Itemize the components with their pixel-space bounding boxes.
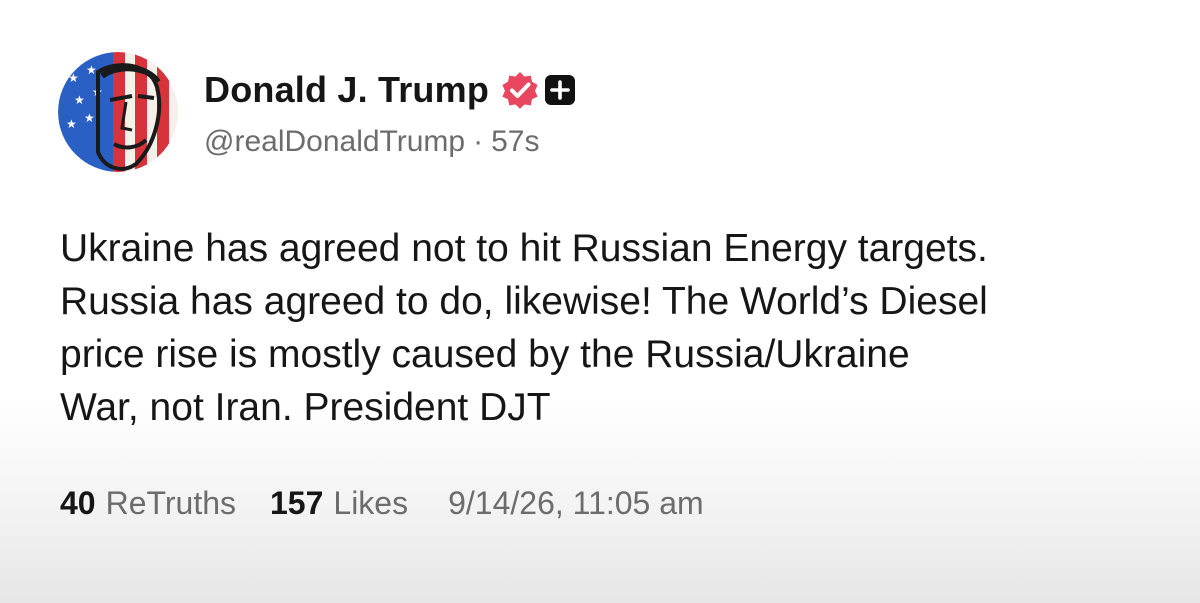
post-stats: 40 ReTruths 157 Likes 9/14/26, 11:05 am: [60, 485, 704, 522]
svg-text:★: ★: [74, 93, 85, 107]
author-identity: Donald J. Trump @realDonaldTrump · 57s: [204, 65, 576, 159]
avatar-image: ★ ★ ★ ★ ★ ★: [58, 52, 178, 172]
author-meta: @realDonaldTrump · 57s: [204, 125, 575, 159]
retruths-stat[interactable]: 40 ReTruths: [60, 485, 236, 522]
verified-check-icon: [501, 71, 539, 109]
post-card: ★ ★ ★ ★ ★ ★ Donald J. Trump @realDonaldT…: [0, 0, 1200, 603]
likes-label: Likes: [333, 485, 409, 521]
retruths-label: ReTruths: [105, 485, 236, 521]
svg-text:★: ★: [86, 63, 97, 77]
svg-text:★: ★: [68, 71, 79, 85]
likes-count: 157: [270, 485, 324, 521]
post-timestamp[interactable]: 9/14/26, 11:05 am: [448, 485, 704, 522]
post-age[interactable]: 57s: [491, 125, 539, 158]
svg-text:★: ★: [84, 111, 95, 125]
author-display-name[interactable]: Donald J. Trump: [204, 69, 489, 111]
svg-text:★: ★: [66, 117, 77, 131]
author-handle[interactable]: @realDonaldTrump: [204, 125, 465, 158]
meta-separator: ·: [473, 125, 484, 158]
post-text: Ukraine has agreed not to hit Russian En…: [60, 227, 988, 429]
avatar[interactable]: ★ ★ ★ ★ ★ ★: [58, 52, 178, 172]
plus-badge-icon: [545, 75, 576, 105]
retruths-count: 40: [60, 485, 96, 521]
post-header: ★ ★ ★ ★ ★ ★ Donald J. Trump @realDonaldT…: [58, 52, 576, 172]
likes-stat[interactable]: 157 Likes: [270, 485, 408, 522]
name-row: Donald J. Trump: [204, 65, 576, 115]
